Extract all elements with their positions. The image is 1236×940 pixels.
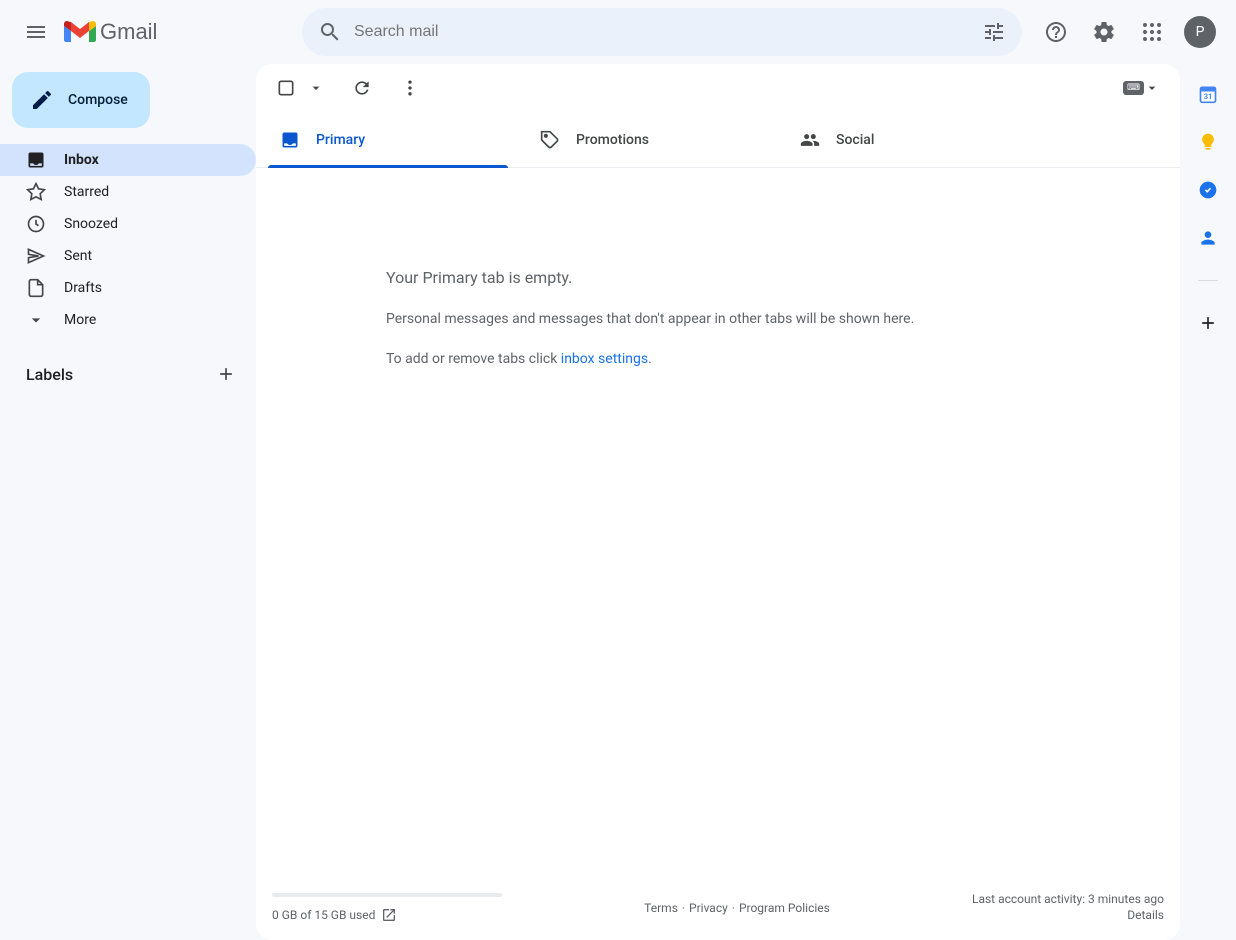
sidebar-item-sent[interactable]: Sent <box>0 240 256 272</box>
avatar-initial: P <box>1196 24 1205 40</box>
tab-social[interactable]: Social <box>788 112 1048 167</box>
add-label-button[interactable] <box>214 362 238 386</box>
labels-header: Labels <box>8 354 256 394</box>
main-panel: ⌨ Primary Promotions Social Your Primary… <box>256 64 1180 940</box>
plus-icon <box>216 364 236 384</box>
empty-body: Personal messages and messages that don'… <box>386 311 1140 327</box>
sidebar-item-starred[interactable]: Starred <box>0 176 256 208</box>
tab-primary[interactable]: Primary <box>268 112 528 167</box>
tasks-app-button[interactable] <box>1198 180 1218 200</box>
empty-title: Your Primary tab is empty. <box>386 268 1140 287</box>
tasks-icon <box>1198 180 1218 200</box>
chevron-down-icon <box>26 310 46 330</box>
contacts-icon <box>1198 228 1218 248</box>
storage-text: 0 GB of 15 GB used <box>272 908 375 922</box>
nav-label: Drafts <box>64 280 102 296</box>
labels-title: Labels <box>26 365 73 384</box>
refresh-button[interactable] <box>348 74 376 102</box>
inbox-settings-link[interactable]: inbox settings <box>561 351 648 367</box>
open-external-icon[interactable] <box>381 907 397 923</box>
main-menu-button[interactable] <box>12 8 60 56</box>
sidebar: Compose Inbox Starred Snoozed Sent Draft… <box>0 64 256 940</box>
google-apps-button[interactable] <box>1132 12 1172 52</box>
footer: 0 GB of 15 GB used Terms · Privacy · Pro… <box>256 886 1180 940</box>
sidebar-item-drafts[interactable]: Drafts <box>0 272 256 304</box>
sidebar-item-more[interactable]: More <box>0 304 256 336</box>
caret-down-icon <box>1144 80 1160 96</box>
nav-label: Sent <box>64 248 92 264</box>
account-avatar[interactable]: P <box>1184 16 1216 48</box>
policies-link[interactable]: Program Policies <box>739 901 830 915</box>
compose-label: Compose <box>68 92 128 108</box>
plus-icon <box>1198 313 1218 333</box>
tab-label: Promotions <box>576 132 649 148</box>
get-addons-button[interactable] <box>1198 313 1218 333</box>
checkbox-icon <box>276 78 296 98</box>
clock-icon <box>26 214 46 234</box>
storage-progress <box>272 893 502 897</box>
terms-link[interactable]: Terms <box>644 901 678 915</box>
inbox-icon <box>280 130 300 150</box>
keyboard-icon: ⌨ <box>1123 81 1144 95</box>
gmail-logo[interactable]: Gmail <box>64 19 302 45</box>
category-tabs: Primary Promotions Social <box>256 112 1180 168</box>
svg-text:31: 31 <box>1204 92 1213 101</box>
people-icon <box>800 130 820 150</box>
apps-grid-icon <box>1140 20 1164 44</box>
pencil-icon <box>30 88 54 112</box>
refresh-icon <box>352 78 372 98</box>
calendar-icon: 31 <box>1198 84 1218 104</box>
nav-label: Inbox <box>64 152 99 168</box>
input-tools-button[interactable]: ⌨ <box>1119 76 1164 100</box>
gmail-logo-icon <box>64 20 96 44</box>
more-vert-icon <box>400 78 420 98</box>
star-icon <box>26 182 46 202</box>
tab-label: Social <box>836 132 874 148</box>
empty-hint-prefix: To add or remove tabs click <box>386 351 561 367</box>
compose-button[interactable]: Compose <box>12 72 150 128</box>
keep-app-button[interactable] <box>1198 132 1218 152</box>
sidebar-item-inbox[interactable]: Inbox <box>0 144 256 176</box>
tag-icon <box>540 130 560 150</box>
file-icon <box>26 278 46 298</box>
more-actions-button[interactable] <box>396 74 424 102</box>
support-button[interactable] <box>1036 12 1076 52</box>
tab-label: Primary <box>316 132 365 148</box>
send-icon <box>26 246 46 266</box>
sidebar-item-snoozed[interactable]: Snoozed <box>0 208 256 240</box>
search-bar <box>302 8 1022 56</box>
tune-icon <box>982 20 1006 44</box>
header: Gmail P <box>0 0 1236 64</box>
settings-button[interactable] <box>1084 12 1124 52</box>
search-button[interactable] <box>310 12 350 52</box>
toolbar: ⌨ <box>256 64 1180 112</box>
details-link[interactable]: Details <box>972 908 1164 922</box>
tab-promotions[interactable]: Promotions <box>528 112 788 167</box>
keep-icon <box>1198 132 1218 152</box>
hamburger-icon <box>24 20 48 44</box>
caret-down-icon <box>308 80 324 96</box>
header-right: P <box>1032 12 1228 52</box>
inbox-icon <box>26 150 46 170</box>
contacts-app-button[interactable] <box>1198 228 1218 248</box>
help-icon <box>1044 20 1068 44</box>
empty-hint: To add or remove tabs click inbox settin… <box>386 351 1140 367</box>
search-icon <box>318 20 342 44</box>
select-checkbox[interactable] <box>272 74 300 102</box>
activity-text: Last account activity: 3 minutes ago <box>972 892 1164 906</box>
nav-label: Snoozed <box>64 216 118 232</box>
side-panel-divider <box>1198 280 1218 281</box>
search-options-button[interactable] <box>974 12 1014 52</box>
side-panel: 31 <box>1180 64 1236 940</box>
calendar-app-button[interactable]: 31 <box>1198 84 1218 104</box>
app-name-text: Gmail <box>100 19 157 45</box>
privacy-link[interactable]: Privacy <box>689 901 728 915</box>
gear-icon <box>1092 20 1116 44</box>
nav-label: More <box>64 312 96 328</box>
empty-state: Your Primary tab is empty. Personal mess… <box>256 168 1180 886</box>
search-input[interactable] <box>350 23 974 41</box>
select-dropdown[interactable] <box>304 76 328 100</box>
nav-label: Starred <box>64 184 109 200</box>
